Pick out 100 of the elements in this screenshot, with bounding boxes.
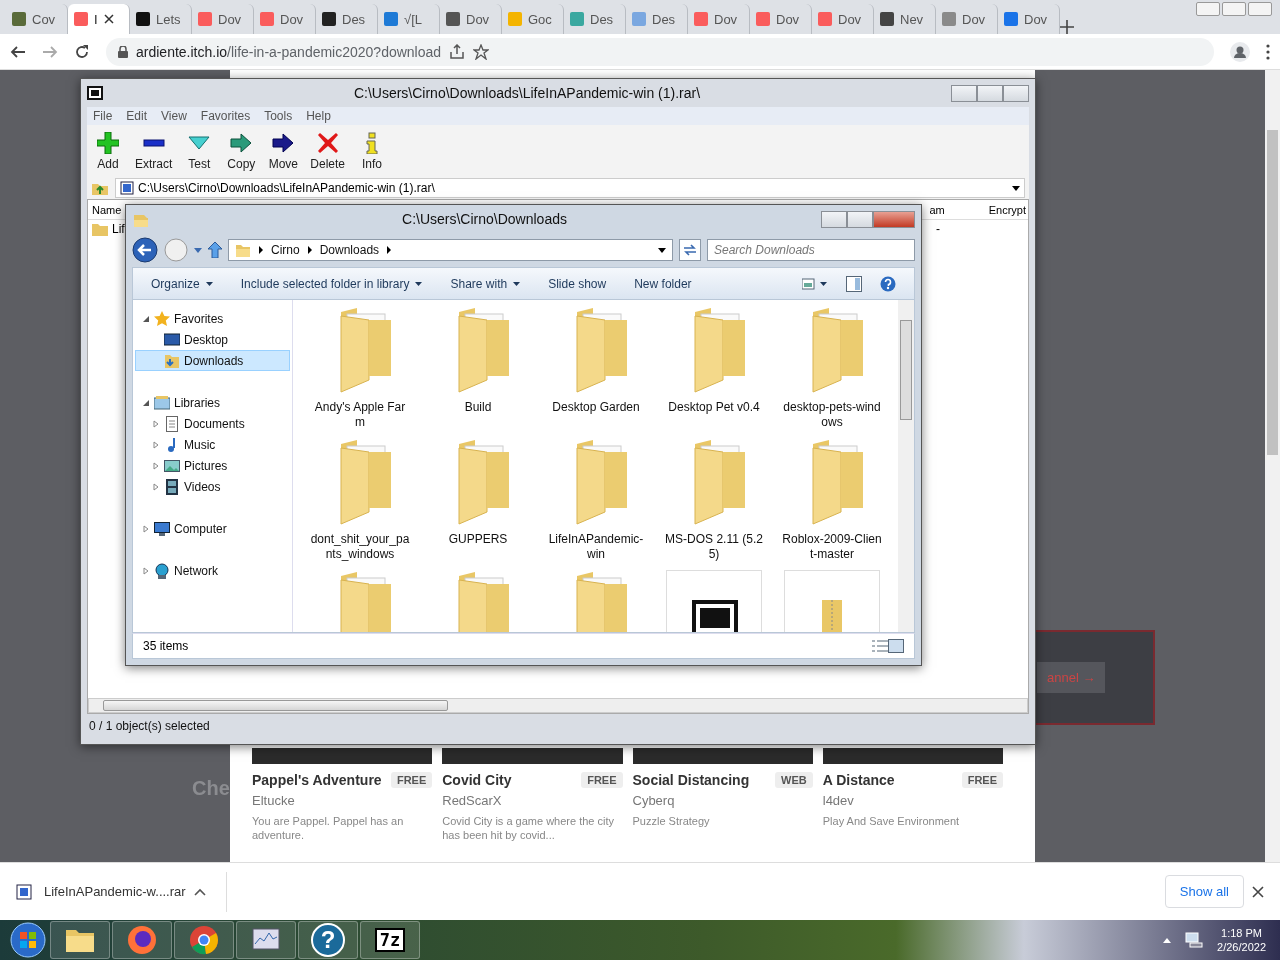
menu-item[interactable]: Help	[306, 109, 331, 123]
tree-item[interactable]: Downloads	[135, 350, 290, 371]
preview-pane-icon[interactable]	[846, 275, 862, 292]
folder-item[interactable]: Desktop Garden	[537, 306, 655, 438]
collapsed-arrow-icon[interactable]	[142, 524, 150, 533]
horizontal-scrollbar[interactable]	[88, 698, 1028, 713]
folder-item[interactable]: MS-DOS 2.11 (5.25)	[655, 438, 773, 570]
game-title-link[interactable]: Pappel's Adventure	[252, 772, 382, 788]
collapsed-arrow-icon[interactable]	[152, 419, 160, 428]
help-icon[interactable]	[880, 275, 896, 292]
up-icon[interactable]	[208, 242, 222, 258]
breadcrumb-item[interactable]: Cirno	[271, 243, 300, 257]
close-icon[interactable]	[1252, 885, 1264, 898]
browser-tab[interactable]: I	[68, 4, 130, 34]
tree-item[interactable]: Computer	[135, 518, 290, 539]
toolbar-button[interactable]: Test	[182, 131, 217, 171]
folder-item[interactable]: LifeInAPandemic-win	[537, 438, 655, 570]
game-title-link[interactable]: A Distance	[822, 772, 895, 788]
game-thumbnail[interactable]	[442, 748, 623, 764]
expanded-arrow-icon[interactable]	[142, 398, 150, 407]
refresh-icon[interactable]	[679, 239, 701, 261]
taskbar-button[interactable]	[174, 921, 234, 959]
folder-item[interactable]: Build	[419, 306, 537, 438]
minimize-button[interactable]	[821, 210, 847, 228]
toolbar-button[interactable]: Delete	[308, 131, 348, 171]
taskbar-button[interactable]: ?	[298, 921, 358, 959]
tree-item[interactable]: Desktop	[135, 329, 290, 350]
taskbar-button[interactable]	[236, 921, 296, 959]
search-field[interactable]: Search Downloads	[707, 239, 915, 261]
command-button[interactable]: Organize	[151, 276, 213, 291]
collapsed-arrow-icon[interactable]	[142, 566, 150, 575]
taskbar-button[interactable]: 7z	[360, 921, 420, 959]
forward-icon[interactable]	[42, 43, 58, 60]
folder-item[interactable]: Roblox-2009-Client-master	[773, 438, 891, 570]
game-title-link[interactable]: Social Distancing	[632, 772, 750, 788]
menu-item[interactable]: Tools	[264, 109, 293, 123]
column-header[interactable]: Name	[88, 203, 122, 216]
breadcrumb-item[interactable]: Downloads	[319, 243, 380, 257]
menu-item[interactable]: View	[161, 109, 187, 123]
command-button[interactable]: New folder	[634, 276, 692, 291]
large-icons-view-icon[interactable]	[888, 639, 904, 653]
column-header[interactable]: Encrypt	[986, 203, 1028, 216]
toolbar-button[interactable]: Extract	[133, 131, 175, 171]
game-thumbnail[interactable]	[822, 748, 1003, 764]
clock[interactable]: 1:18 PM 2/26/2022	[1217, 926, 1266, 954]
back-icon[interactable]	[132, 237, 158, 263]
back-icon[interactable]	[10, 43, 26, 60]
toolbar-button[interactable]: Info	[355, 131, 390, 171]
expanded-arrow-icon[interactable]	[142, 314, 150, 323]
menu-item[interactable]: File	[93, 109, 113, 123]
tree-item[interactable]: Documents	[135, 413, 290, 434]
close-button[interactable]	[873, 210, 915, 228]
column-header[interactable]: am	[927, 203, 947, 216]
chevron-up-icon[interactable]	[1163, 937, 1172, 943]
scrollbar-thumb[interactable]	[1267, 130, 1278, 455]
collapsed-arrow-icon[interactable]	[152, 440, 160, 449]
game-thumbnail[interactable]	[632, 748, 813, 764]
close-button[interactable]	[1248, 2, 1272, 16]
scrollbar-thumb[interactable]	[900, 320, 912, 420]
forward-icon[interactable]	[164, 238, 188, 262]
start-orb-icon[interactable]	[8, 921, 48, 959]
tree-item[interactable]: Libraries	[135, 392, 290, 413]
menu-item[interactable]: Edit	[126, 109, 148, 123]
author-link[interactable]: Eltucke	[252, 793, 433, 808]
maximize-button[interactable]	[847, 210, 873, 228]
address-field[interactable]: Cirno Downloads	[228, 239, 673, 261]
network-icon[interactable]	[1185, 932, 1204, 948]
vertical-scrollbar[interactable]	[898, 300, 914, 632]
author-link[interactable]: RedScarX	[442, 793, 623, 808]
folder-item[interactable]: GUPPERS	[419, 438, 537, 570]
scrollbar-thumb[interactable]	[103, 700, 448, 711]
file-name[interactable]: Lif	[112, 222, 125, 236]
taskbar-button[interactable]	[50, 921, 110, 959]
tree-item[interactable]: Music	[135, 434, 290, 455]
path-field[interactable]: C:\Users\Cirno\Downloads\LifeInAPandemic-win (1).rar\	[115, 178, 1025, 198]
tree-item[interactable]: Videos	[135, 476, 290, 497]
profile-icon[interactable]	[1230, 41, 1250, 62]
command-button[interactable]: Slide show	[548, 276, 607, 291]
close-icon[interactable]	[103, 14, 114, 24]
dropdown-icon[interactable]	[194, 247, 202, 253]
restore-button[interactable]	[1222, 2, 1246, 16]
show-all-button[interactable]: Show all	[1164, 875, 1244, 908]
tree-item[interactable]: Network	[135, 560, 290, 581]
plus-icon[interactable]	[1060, 20, 1074, 34]
game-thumbnail[interactable]	[252, 748, 433, 764]
minimize-button[interactable]	[951, 84, 977, 102]
folder-item[interactable]: Desktop Pet v0.4	[655, 306, 773, 438]
toolbar-button[interactable]: Move	[266, 131, 301, 171]
reload-icon[interactable]	[74, 43, 90, 60]
maximize-button[interactable]	[977, 84, 1003, 102]
close-button[interactable]	[1003, 84, 1029, 102]
tree-item[interactable]: Pictures	[135, 455, 290, 476]
download-filename[interactable]: LifeInAPandemic-w....rar	[44, 884, 186, 899]
scrollbar[interactable]	[1265, 70, 1280, 862]
command-button[interactable]: Include selected folder in library	[240, 276, 423, 291]
menu-item[interactable]: Favorites	[200, 109, 251, 123]
toolbar-button[interactable]: Add	[91, 131, 125, 171]
minimize-button[interactable]	[1196, 2, 1220, 16]
collapsed-arrow-icon[interactable]	[152, 461, 160, 470]
command-button[interactable]: Share with	[450, 276, 521, 291]
